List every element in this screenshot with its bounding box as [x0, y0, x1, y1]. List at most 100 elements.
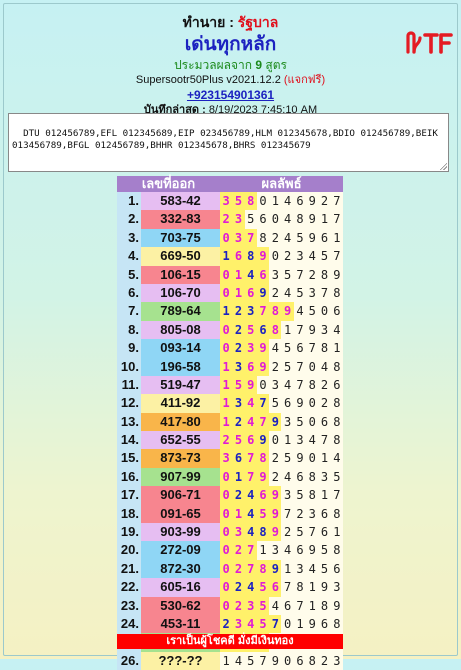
digit-hit: 5	[232, 192, 245, 211]
digit-hit: 5	[232, 375, 245, 395]
lottery-number: 417-80	[141, 412, 220, 432]
row-index: 6.	[117, 283, 141, 303]
table-row: 2. 332-83 2 3 5 6 0 4 8 9 1 7	[117, 210, 343, 229]
digit: 5	[244, 210, 257, 229]
digit-hit: 0	[220, 541, 233, 560]
row-index: 19.	[117, 523, 141, 542]
codes-text: DTU 012456789,EFL 012345689,EIP 02345678…	[12, 128, 444, 151]
result-digits: 3580146927	[220, 192, 343, 211]
digit: 0	[269, 431, 282, 450]
digit: 2	[269, 467, 282, 487]
digit: 3	[293, 559, 307, 579]
digit: 4	[318, 357, 331, 376]
digit: 2	[318, 651, 331, 670]
digit-hit: 0	[220, 339, 233, 358]
lottery-number: 332-83	[141, 210, 220, 229]
lottery-number: 907-99	[141, 467, 220, 487]
digit-hit: 2	[232, 559, 245, 579]
phone-link[interactable]: +923154901361	[0, 88, 461, 103]
lottery-number: 583-42	[141, 192, 220, 211]
digit: 8	[293, 210, 307, 229]
digit-hit: 5	[244, 320, 257, 340]
result-digits: 0239456781	[220, 339, 343, 358]
row-index: 9.	[117, 339, 141, 358]
digit-hit: 3	[232, 228, 245, 248]
table-row: 10. 196-58 1 3 6 9 2 5 7 0 4 8	[117, 357, 343, 376]
digit: 4	[281, 467, 294, 487]
digit: 6	[318, 523, 331, 542]
digit: 1	[318, 210, 331, 229]
digit: 3	[330, 651, 343, 670]
row-index: 5.	[117, 265, 141, 284]
digit: 8	[330, 504, 343, 524]
row-index: 13.	[117, 412, 141, 432]
formula-count: 9	[255, 58, 263, 72]
digit: 6	[330, 559, 343, 579]
digit-hit: 1	[220, 357, 233, 376]
table-row: 19. 903-99 0 3 4 8 9 2 5 7 6 1	[117, 523, 343, 542]
digit-hit: 9	[269, 504, 282, 524]
digit: 2	[281, 247, 294, 266]
digit-hit: 7	[244, 449, 257, 468]
digit: 0	[306, 357, 319, 376]
digit: 0	[269, 210, 282, 229]
digit-hit: 0	[220, 283, 233, 303]
table-header: เลขที่ออก ผลลัพธ์	[117, 176, 343, 192]
digit-hit: 3	[220, 192, 233, 211]
digit: 1	[306, 596, 319, 615]
result-digits: 0169245378	[220, 283, 343, 303]
resize-grip-icon[interactable]	[439, 162, 447, 170]
digit-hit: 2	[232, 339, 245, 358]
digit: 4	[269, 596, 282, 615]
digit: 8	[306, 467, 319, 487]
table-row: 13. 417-80 1 2 4 7 9 3 5 0 6 8	[117, 412, 343, 432]
digit: 2	[318, 375, 331, 395]
digit-hit: 4	[244, 578, 257, 597]
digit-hit: 4	[244, 504, 257, 524]
table-row: 6. 106-70 0 1 6 9 2 4 5 3 7 8	[117, 283, 343, 303]
digit: 2	[269, 283, 282, 303]
summary-line: ประมวลผลจาก 9 สูตร	[0, 58, 461, 73]
lottery-number: 789-64	[141, 302, 220, 321]
digit-hit: 5	[256, 504, 270, 524]
table-row: 23. 530-62 0 2 3 5 4 6 7 1 8 9	[117, 596, 343, 615]
result-digits: 1237894506	[220, 302, 343, 321]
lottery-number: 652-55	[141, 431, 220, 450]
row-index: 24.	[117, 614, 141, 634]
digit: 1	[256, 541, 270, 560]
digit-hit: 6	[244, 357, 257, 376]
digit: 2	[281, 523, 294, 542]
digit: 6	[293, 339, 307, 358]
digit: 5	[318, 541, 331, 560]
row-index: 4.	[117, 247, 141, 266]
row-index: 21.	[117, 559, 141, 579]
digit: 9	[330, 596, 343, 615]
lottery-number: 106-15	[141, 265, 220, 284]
digit-hit: 7	[256, 302, 270, 321]
table-row: 21. 872-30 0 2 7 8 9 1 3 4 5 6	[117, 559, 343, 579]
table-row: 18. 091-65 0 1 4 5 9 7 2 3 6 8	[117, 504, 343, 524]
digit: 0	[281, 614, 294, 634]
prediction-prefix: ทำนาย :	[182, 14, 234, 30]
lottery-number: 669-50	[141, 247, 220, 266]
table-body: 1. 583-42 3 5 8 0 1 4 6 9 2 7 2. 332-83 2 3 5 6 0 4 8 9 1 7 3. 70…	[117, 192, 343, 670]
codes-textarea[interactable]: DTU 012456789,EFL 012345689,EIP 02345678…	[8, 113, 449, 172]
digit: 6	[330, 375, 343, 395]
digit: 1	[281, 559, 294, 579]
digit-hit: 4	[244, 614, 257, 634]
digit-hit: 2	[232, 541, 245, 560]
table-row: 5. 106-15 0 1 4 6 3 5 7 2 8 9	[117, 265, 343, 284]
digit: 3	[318, 320, 331, 340]
table-row: 22. 605-16 0 2 4 5 6 7 8 1 9 3	[117, 578, 343, 597]
table-row: 15. 873-73 3 6 7 8 2 5 9 0 1 4	[117, 449, 343, 468]
digit: 4	[306, 247, 319, 266]
digit: 0	[306, 394, 319, 413]
row-index: 15.	[117, 449, 141, 468]
table-row: 17. 906-71 0 2 4 6 9 3 5 8 1 7	[117, 486, 343, 505]
row-index: 1.	[117, 192, 141, 211]
table-row: 26. ???-?? 1 4 5 7 9 0 6 8 2 3	[117, 651, 343, 670]
page-title: เด่นทุกหลัก	[184, 34, 277, 55]
digit-hit: 1	[232, 504, 245, 524]
digit: 6	[330, 302, 343, 321]
table-row: 7. 789-64 1 2 3 7 8 9 4 5 0 6	[117, 302, 343, 321]
